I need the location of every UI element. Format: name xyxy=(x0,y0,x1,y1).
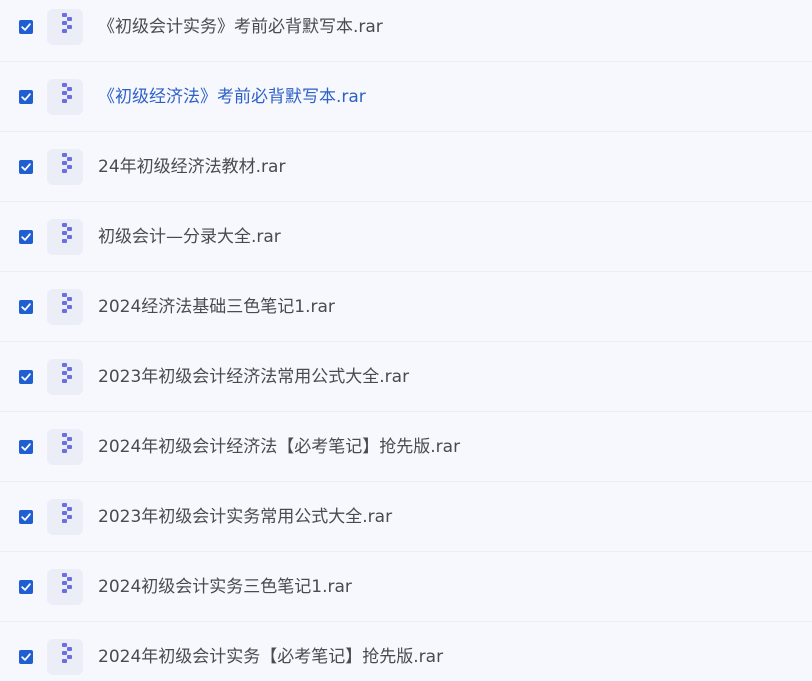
zip-archive-icon xyxy=(47,289,83,325)
zip-archive-icon xyxy=(47,429,83,465)
zip-archive-icon xyxy=(47,149,83,185)
file-checkbox[interactable] xyxy=(19,370,33,384)
file-row[interactable]: 2023年初级会计经济法常用公式大全.rar xyxy=(0,342,812,412)
file-name[interactable]: 2023年初级会计实务常用公式大全.rar xyxy=(98,506,392,528)
file-checkbox[interactable] xyxy=(19,650,33,664)
file-name[interactable]: 2023年初级会计经济法常用公式大全.rar xyxy=(98,366,409,388)
zip-archive-icon xyxy=(47,359,83,395)
file-checkbox[interactable] xyxy=(19,90,33,104)
checkmark-icon xyxy=(21,513,31,521)
file-name[interactable]: 2024年初级会计经济法【必考笔记】抢先版.rar xyxy=(98,436,460,458)
file-row[interactable]: 初级会计—分录大全.rar xyxy=(0,202,812,272)
file-checkbox[interactable] xyxy=(19,160,33,174)
file-row[interactable]: 2024年初级会计实务【必考笔记】抢先版.rar xyxy=(0,622,812,681)
checkmark-icon xyxy=(21,373,31,381)
file-name[interactable]: 24年初级经济法教材.rar xyxy=(98,156,285,178)
file-row[interactable]: 24年初级经济法教材.rar xyxy=(0,132,812,202)
file-name[interactable]: 《初级会计实务》考前必背默写本.rar xyxy=(98,16,383,38)
file-row[interactable]: 2024年初级会计经济法【必考笔记】抢先版.rar xyxy=(0,412,812,482)
file-row[interactable]: 《初级会计实务》考前必背默写本.rar xyxy=(0,0,812,62)
file-checkbox[interactable] xyxy=(19,440,33,454)
file-checkbox[interactable] xyxy=(19,510,33,524)
file-checkbox[interactable] xyxy=(19,300,33,314)
checkmark-icon xyxy=(21,653,31,661)
zip-archive-icon xyxy=(47,9,83,45)
file-name[interactable]: 2024经济法基础三色笔记1.rar xyxy=(98,296,335,318)
checkmark-icon xyxy=(21,303,31,311)
file-checkbox[interactable] xyxy=(19,230,33,244)
zip-archive-icon xyxy=(47,639,83,675)
zip-archive-icon xyxy=(47,569,83,605)
zip-archive-icon xyxy=(47,499,83,535)
checkmark-icon xyxy=(21,443,31,451)
file-checkbox[interactable] xyxy=(19,20,33,34)
zip-archive-icon xyxy=(47,219,83,255)
checkmark-icon xyxy=(21,583,31,591)
file-name[interactable]: 《初级经济法》考前必背默写本.rar xyxy=(98,86,366,108)
file-list: 《初级会计实务》考前必背默写本.rar 《初级经济法》考前必背默写本.rar 2… xyxy=(0,0,812,681)
checkmark-icon xyxy=(21,23,31,31)
file-name[interactable]: 2024年初级会计实务【必考笔记】抢先版.rar xyxy=(98,646,443,668)
file-row[interactable]: 2024经济法基础三色笔记1.rar xyxy=(0,272,812,342)
checkmark-icon xyxy=(21,233,31,241)
file-checkbox[interactable] xyxy=(19,580,33,594)
file-row[interactable]: 2023年初级会计实务常用公式大全.rar xyxy=(0,482,812,552)
checkmark-icon xyxy=(21,93,31,101)
checkmark-icon xyxy=(21,163,31,171)
zip-archive-icon xyxy=(47,79,83,115)
file-row[interactable]: 2024初级会计实务三色笔记1.rar xyxy=(0,552,812,622)
file-row[interactable]: 《初级经济法》考前必背默写本.rar xyxy=(0,62,812,132)
file-name[interactable]: 2024初级会计实务三色笔记1.rar xyxy=(98,576,352,598)
file-name[interactable]: 初级会计—分录大全.rar xyxy=(98,226,281,248)
